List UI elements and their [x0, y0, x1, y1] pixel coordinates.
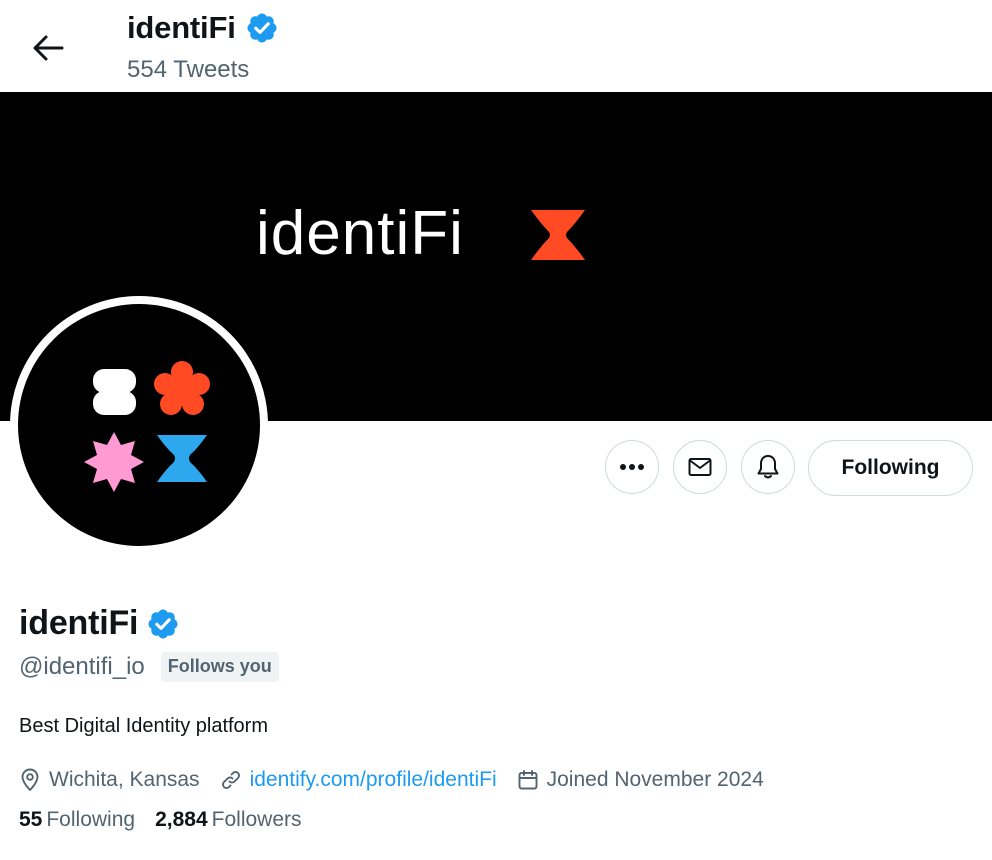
bell-icon	[757, 455, 779, 479]
profile-name-row: identiFi	[19, 604, 180, 643]
profile-handle: @identifi_io	[19, 653, 145, 680]
banner-wordmark: identiFi	[256, 199, 464, 268]
hourglass-logo-icon	[531, 210, 585, 260]
follows-you-badge: Follows you	[160, 652, 279, 682]
header-title-row: identiFi	[127, 10, 279, 46]
followers-label: Followers	[211, 808, 302, 831]
followers-count: 2,884	[155, 808, 208, 831]
profile-bio: Best Digital Identity platform	[19, 715, 268, 737]
calendar-icon	[518, 770, 538, 790]
back-button[interactable]	[26, 26, 70, 70]
avatar-image	[18, 304, 260, 546]
link-icon	[221, 771, 240, 789]
avatar[interactable]	[10, 296, 268, 554]
white-stack-shape	[93, 369, 136, 415]
profile-stats: 55 Following 2,884 Followers	[19, 808, 322, 832]
message-button[interactable]	[673, 440, 727, 494]
following-label: Following	[46, 808, 136, 831]
location-pin-icon	[21, 768, 39, 791]
following-button[interactable]: Following	[808, 440, 973, 496]
following-count: 55	[19, 808, 43, 831]
followers-stat[interactable]: 2,884 Followers	[155, 808, 301, 832]
tweet-count: 554 Tweets	[127, 56, 250, 83]
website-item[interactable]: identify.com/profile/identiFi	[220, 768, 497, 792]
orange-flower-shape	[154, 361, 210, 415]
joined-text: Joined November 2024	[546, 768, 764, 791]
more-button[interactable]	[605, 440, 659, 494]
profile-header: identiFi 554 Tweets	[0, 0, 992, 92]
location-text: Wichita, Kansas	[49, 768, 200, 791]
blue-hourglass-shape	[157, 435, 207, 482]
location-item: Wichita, Kansas	[19, 768, 200, 792]
profile-name: identiFi	[19, 604, 139, 642]
profile-meta: Wichita, Kansas identify.com/profile/ide…	[19, 768, 784, 792]
envelope-icon	[688, 458, 712, 476]
joined-item: Joined November 2024	[517, 768, 764, 792]
more-dots-icon	[620, 464, 644, 470]
verified-badge-icon	[247, 13, 277, 43]
arrow-left-icon	[33, 35, 64, 61]
website-link[interactable]: identify.com/profile/identiFi	[250, 768, 497, 792]
handle-row: @identifi_io Follows you	[19, 652, 279, 682]
header-name: identiFi	[127, 10, 236, 45]
notify-button[interactable]	[741, 440, 795, 494]
pink-star-shape	[84, 432, 144, 492]
verified-badge-icon[interactable]	[146, 607, 180, 641]
following-stat[interactable]: 55 Following	[19, 808, 135, 832]
